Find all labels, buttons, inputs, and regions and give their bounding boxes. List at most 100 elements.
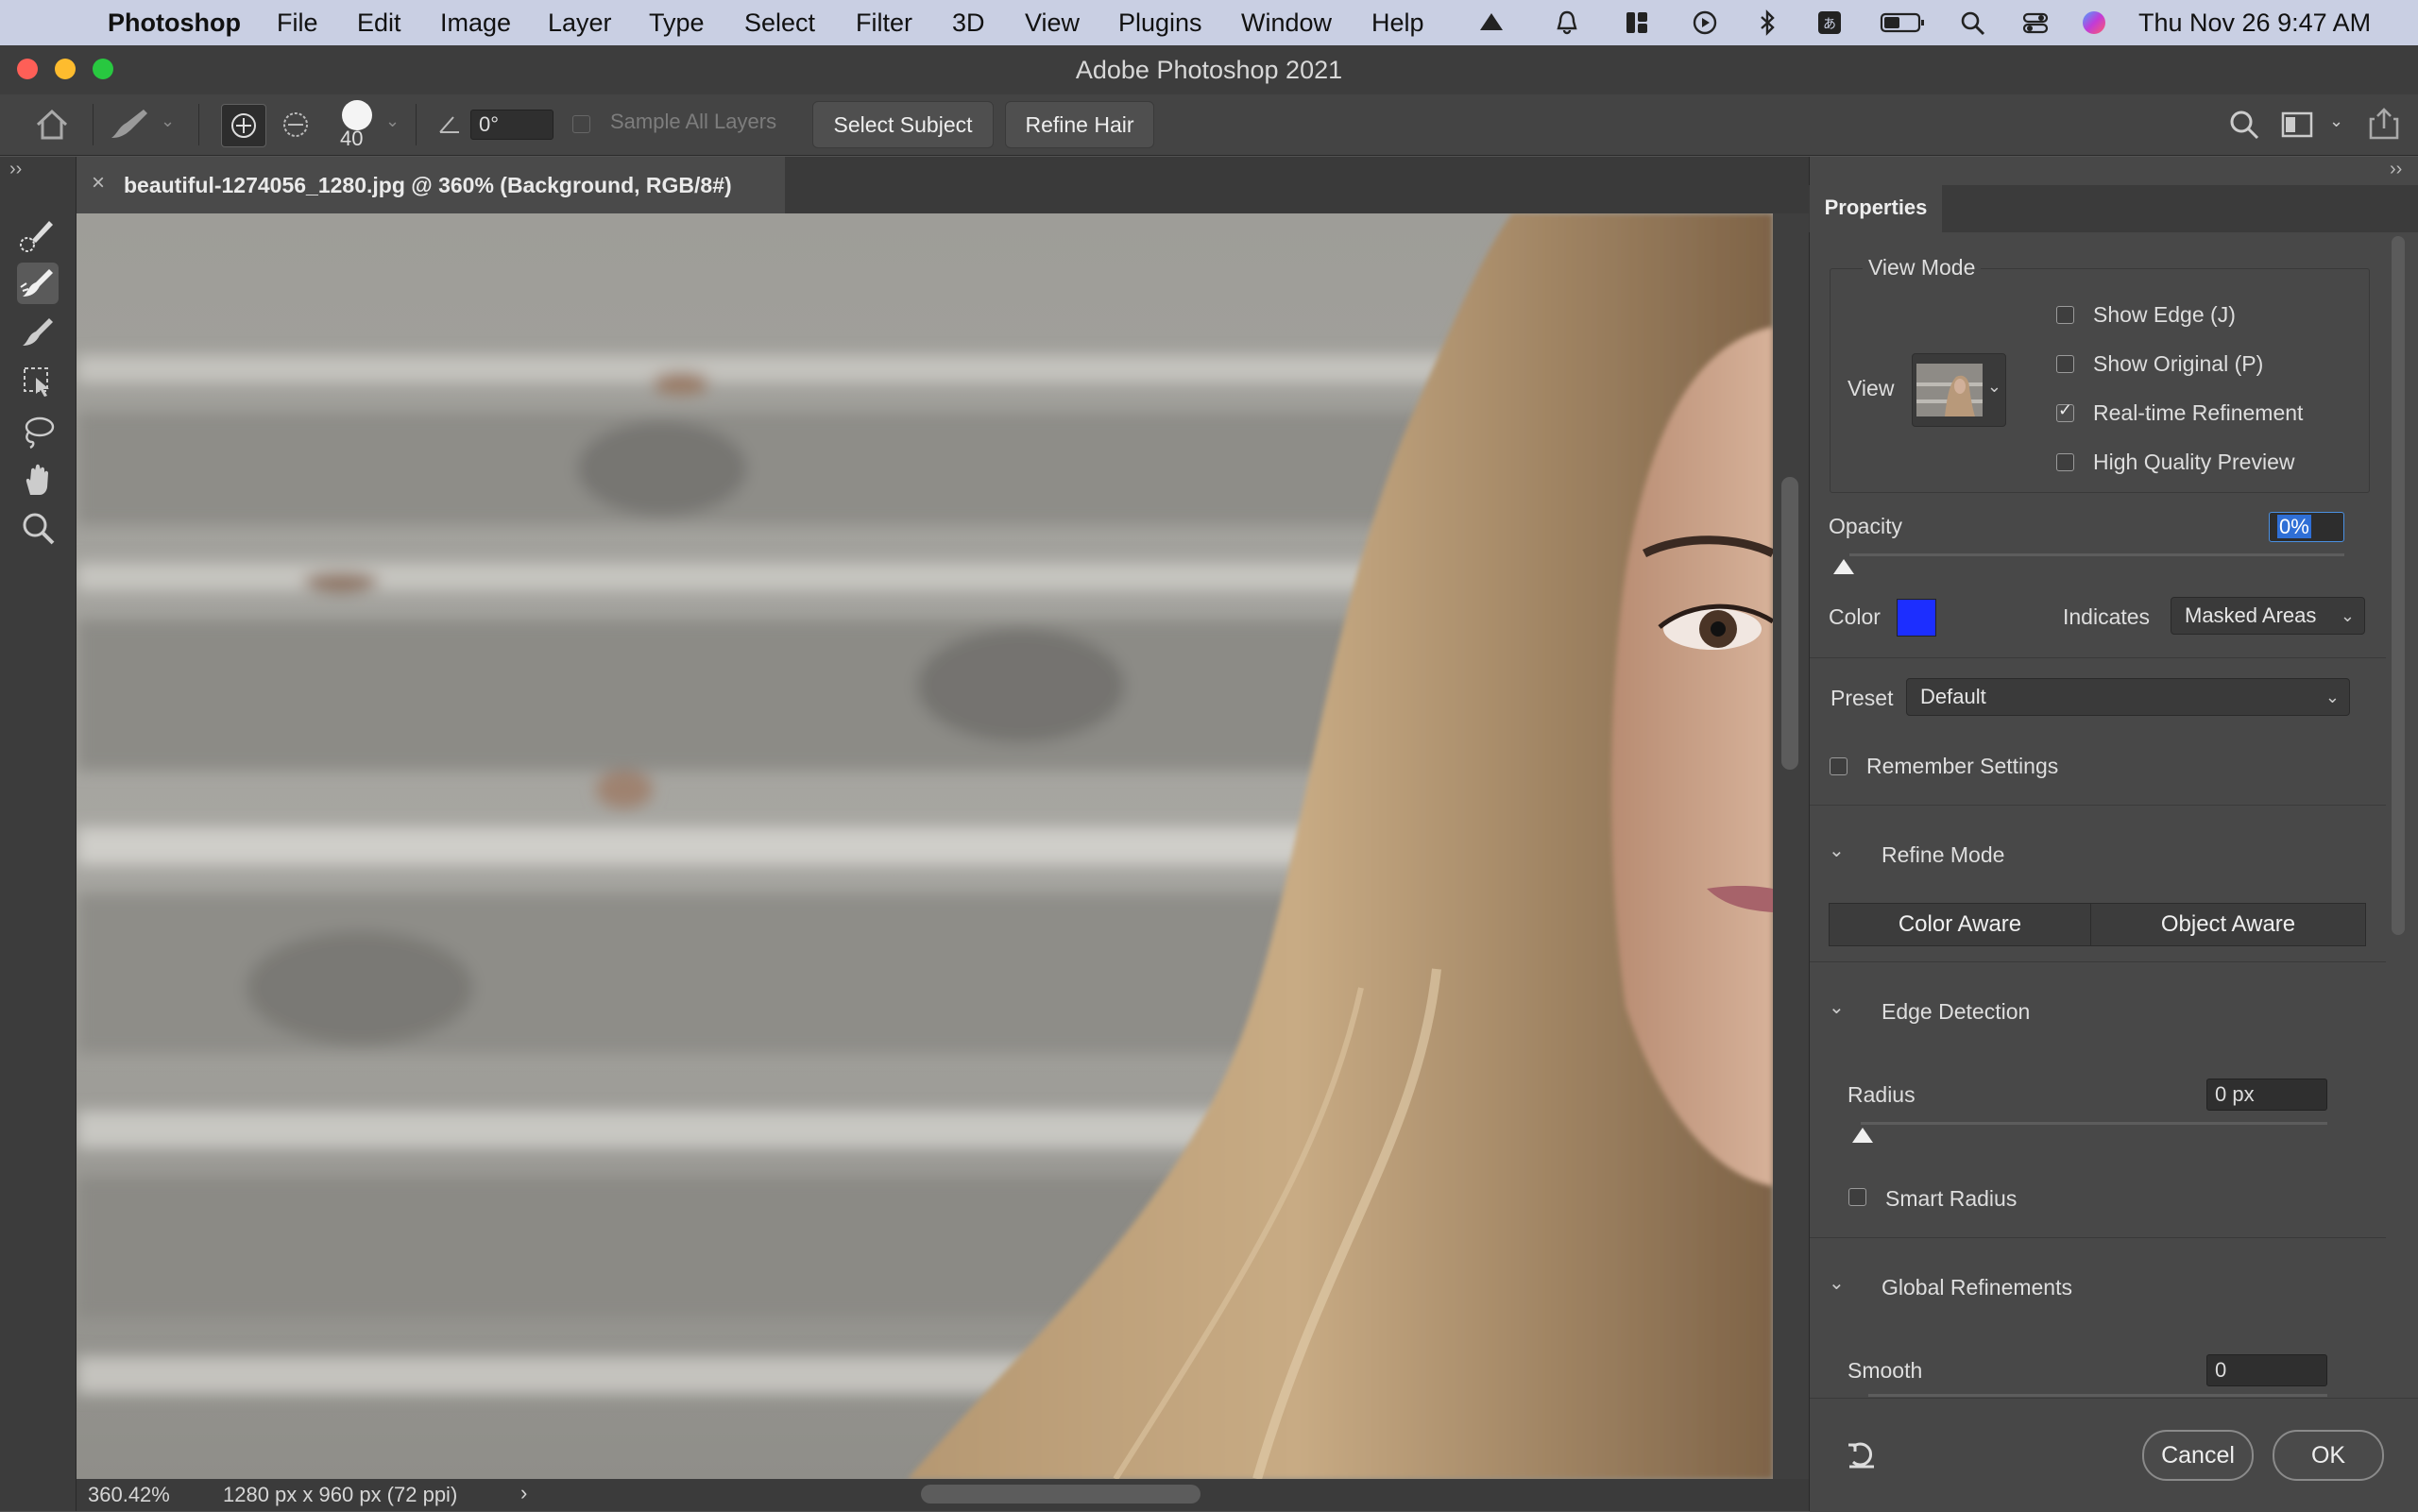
menu-file[interactable]: File	[277, 0, 318, 45]
home-icon[interactable]	[34, 108, 70, 142]
color-label: Color	[1829, 604, 1881, 629]
radius-slider-track[interactable]	[1861, 1122, 2327, 1125]
select-subject-button[interactable]: Select Subject	[812, 101, 994, 148]
menu-window[interactable]: Window	[1241, 0, 1332, 45]
options-bar: ⌄ 40 ⌄ 0° Sample All Layers Select Subje…	[0, 94, 2418, 156]
zoom-tool[interactable]	[17, 508, 59, 550]
add-to-selection-button[interactable]	[221, 104, 266, 147]
smart-radius-checkbox[interactable]	[1848, 1188, 1866, 1206]
color-aware-button[interactable]: Color Aware	[1829, 903, 2091, 946]
brush-icon	[23, 318, 53, 346]
radius-slider-thumb[interactable]	[1852, 1128, 1873, 1143]
vertical-scroll-thumb[interactable]	[1781, 477, 1798, 770]
document-tab-title: beautiful-1274056_1280.jpg @ 360% (Backg…	[124, 173, 732, 197]
high-quality-preview-checkbox[interactable]	[2056, 453, 2074, 471]
preset-label: Preset	[1831, 686, 1894, 710]
show-original-checkbox[interactable]	[2056, 355, 2074, 373]
input-source-icon[interactable]: あ	[1815, 9, 1844, 36]
workspace-chevron-icon[interactable]: ⌄	[2329, 111, 2343, 131]
sample-all-layers-checkbox[interactable]	[572, 115, 590, 133]
menu-select[interactable]: Select	[744, 0, 815, 45]
menu-filter[interactable]: Filter	[856, 0, 912, 45]
global-refinements-collapse-icon[interactable]: ⌄	[1829, 1271, 1845, 1295]
tools-panel: ››	[0, 157, 77, 1511]
creative-cloud-icon[interactable]	[1477, 9, 1506, 36]
radius-input[interactable]: 0 px	[2206, 1079, 2327, 1111]
bluetooth-icon[interactable]	[1753, 9, 1781, 36]
opacity-slider-track[interactable]	[1849, 553, 2344, 556]
menu-type[interactable]: Type	[649, 0, 705, 45]
chevron-down-icon[interactable]: ⌄	[161, 111, 175, 131]
angle-input[interactable]: 0°	[470, 110, 553, 140]
object-selection-tool[interactable]	[17, 361, 59, 402]
lasso-tool[interactable]	[17, 410, 59, 451]
portrait-photo	[77, 213, 1773, 1479]
brush-tool[interactable]	[17, 312, 59, 353]
preset-dropdown[interactable]: Default ⌄	[1906, 678, 2350, 716]
menu-help[interactable]: Help	[1371, 0, 1424, 45]
indicates-dropdown[interactable]: Masked Areas ⌄	[2171, 597, 2365, 635]
subtract-from-selection-button[interactable]	[274, 104, 317, 145]
hand-tool[interactable]	[17, 459, 59, 501]
share-icon[interactable]	[2367, 106, 2401, 142]
clock[interactable]: Thu Nov 26 9:47 AM	[2138, 0, 2371, 45]
reset-icon[interactable]	[1846, 1437, 1878, 1470]
hand-icon	[26, 464, 48, 495]
quick-selection-tool[interactable]	[17, 213, 59, 255]
show-edge-checkbox[interactable]	[2056, 306, 2074, 324]
edge-detection-collapse-icon[interactable]: ⌄	[1829, 995, 1845, 1019]
refine-edge-brush-tool[interactable]	[17, 263, 59, 304]
workspace-icon[interactable]	[2280, 110, 2314, 140]
cancel-button[interactable]: Cancel	[2142, 1430, 2254, 1481]
notification-bell-icon[interactable]	[1553, 9, 1581, 36]
search-icon[interactable]	[2227, 108, 2261, 142]
tool-preset-picker-icon[interactable]	[106, 106, 153, 144]
refine-hair-button[interactable]: Refine Hair	[1005, 101, 1154, 148]
overlay-color-swatch[interactable]	[1897, 599, 1936, 637]
realtime-refinement-checkbox[interactable]	[2056, 400, 2074, 422]
siri-icon[interactable]	[2080, 9, 2108, 36]
preset-value: Default	[1920, 685, 1986, 708]
refine-mode-collapse-icon[interactable]: ⌄	[1829, 839, 1845, 862]
menu-plugins[interactable]: Plugins	[1118, 0, 1202, 45]
image-canvas[interactable]	[77, 213, 1773, 1479]
angle-icon	[439, 116, 459, 133]
horizontal-scroll-thumb[interactable]	[921, 1485, 1200, 1504]
window-title: Adobe Photoshop 2021	[1075, 56, 1343, 84]
document-tab[interactable]: × beautiful-1274056_1280.jpg @ 360% (Bac…	[77, 157, 785, 213]
vertical-scrollbar[interactable]	[1773, 213, 1809, 1479]
menu-3d[interactable]: 3D	[952, 0, 985, 45]
control-center-icon[interactable]	[2021, 9, 2050, 36]
object-selection-icon	[24, 367, 49, 397]
smooth-input[interactable]: 0	[2206, 1354, 2327, 1386]
collapse-panel-icon[interactable]: ››	[2390, 159, 2402, 180]
view-mode-dropdown[interactable]: ⌄	[1912, 353, 2006, 427]
menu-edit[interactable]: Edit	[357, 0, 401, 45]
view-thumbnail-icon	[1916, 364, 1983, 416]
panel-scrollbar-thumb[interactable]	[2392, 236, 2405, 935]
show-original-label: Show Original (P)	[2093, 351, 2264, 376]
expand-panel-icon[interactable]: ››	[9, 159, 22, 180]
object-aware-button[interactable]: Object Aware	[2090, 903, 2366, 946]
ok-button[interactable]: OK	[2273, 1430, 2384, 1481]
close-document-icon[interactable]: ×	[92, 170, 105, 196]
app-menu[interactable]: Photoshop	[108, 0, 241, 45]
smooth-slider-track[interactable]	[1868, 1394, 2327, 1397]
spotlight-search-icon[interactable]	[1959, 9, 1987, 36]
menu-view[interactable]: View	[1025, 0, 1080, 45]
menu-image[interactable]: Image	[440, 0, 511, 45]
smart-radius-label: Smart Radius	[1885, 1186, 2018, 1211]
view-label: View	[1848, 376, 1895, 400]
opacity-input[interactable]: 0%	[2269, 512, 2344, 542]
remember-settings-checkbox[interactable]	[1830, 757, 1848, 775]
zoom-level[interactable]: 360.42%	[88, 1483, 170, 1507]
battery-icon[interactable]	[1880, 9, 1927, 36]
screen-recording-icon[interactable]	[1691, 9, 1719, 36]
opacity-slider-thumb[interactable]	[1833, 559, 1854, 574]
window-layout-icon[interactable]	[1623, 9, 1651, 36]
menu-layer[interactable]: Layer	[548, 0, 612, 45]
show-edge-label: Show Edge (J)	[2093, 302, 2236, 327]
brush-picker-chevron-icon[interactable]: ⌄	[385, 111, 400, 131]
tab-properties[interactable]: Properties	[1810, 185, 1942, 232]
status-menu-chevron-icon[interactable]: ›	[520, 1481, 527, 1505]
